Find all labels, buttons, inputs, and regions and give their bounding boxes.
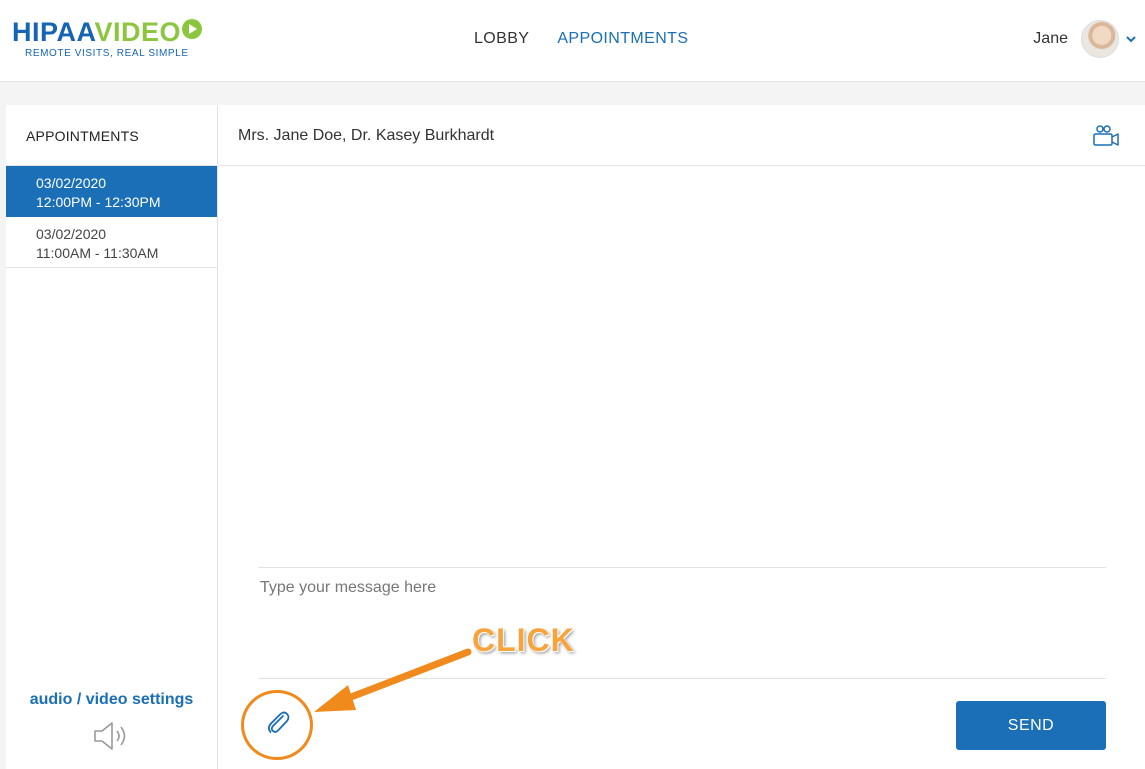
nav-appointments[interactable]: APPOINTMENTS xyxy=(557,30,688,48)
hipaa-video-logo[interactable]: HIPAAVIDEO REMOTE VISITS, REAL SIMPLE xyxy=(12,17,203,59)
logo-text-secondary: VIDEO xyxy=(94,17,182,47)
compose-divider xyxy=(258,567,1106,568)
audio-video-settings-link[interactable]: audio / video settings xyxy=(6,691,217,709)
avatar[interactable] xyxy=(1081,20,1119,58)
user-menu[interactable]: Jane xyxy=(1033,20,1137,58)
top-bar: HIPAAVIDEO REMOTE VISITS, REAL SIMPLE LO… xyxy=(0,0,1145,82)
paperclip-icon[interactable] xyxy=(263,708,293,738)
logo-wordmark: HIPAAVIDEO xyxy=(12,17,203,47)
main-nav: LOBBY APPOINTMENTS xyxy=(474,30,688,48)
appointment-date: 03/02/2020 xyxy=(36,175,107,191)
logo-text-primary: HIPAA xyxy=(12,17,95,47)
chat-header: Mrs. Jane Doe, Dr. Kasey Burkhardt xyxy=(218,105,1145,166)
chat-participants: Mrs. Jane Doe, Dr. Kasey Burkhardt xyxy=(238,127,495,144)
chat-panel: Mrs. Jane Doe, Dr. Kasey Burkhardt SEND xyxy=(218,105,1145,769)
appointment-date: 03/02/2020 xyxy=(36,226,107,242)
logo-tagline: REMOTE VISITS, REAL SIMPLE xyxy=(25,48,189,59)
appointments-sidebar: APPOINTMENTS 03/02/2020 12:00PM - 12:30P… xyxy=(6,105,218,769)
speaker-icon[interactable] xyxy=(93,720,131,752)
send-button[interactable]: SEND xyxy=(956,701,1106,750)
chevron-down-icon[interactable] xyxy=(1125,33,1137,45)
compose-divider xyxy=(258,678,1106,679)
user-name: Jane xyxy=(1033,30,1068,47)
nav-lobby[interactable]: LOBBY xyxy=(474,30,529,48)
appointment-time: 12:00PM - 12:30PM xyxy=(36,194,161,210)
message-input[interactable] xyxy=(258,571,1106,671)
appointment-item[interactable]: 03/02/2020 11:00AM - 11:30AM xyxy=(6,217,217,268)
appointment-time: 11:00AM - 11:30AM xyxy=(36,245,159,261)
appointment-item[interactable]: 03/02/2020 12:00PM - 12:30PM xyxy=(6,166,217,217)
video-call-icon[interactable] xyxy=(1093,124,1119,146)
play-icon xyxy=(182,19,203,39)
sidebar-title: APPOINTMENTS xyxy=(6,105,217,166)
